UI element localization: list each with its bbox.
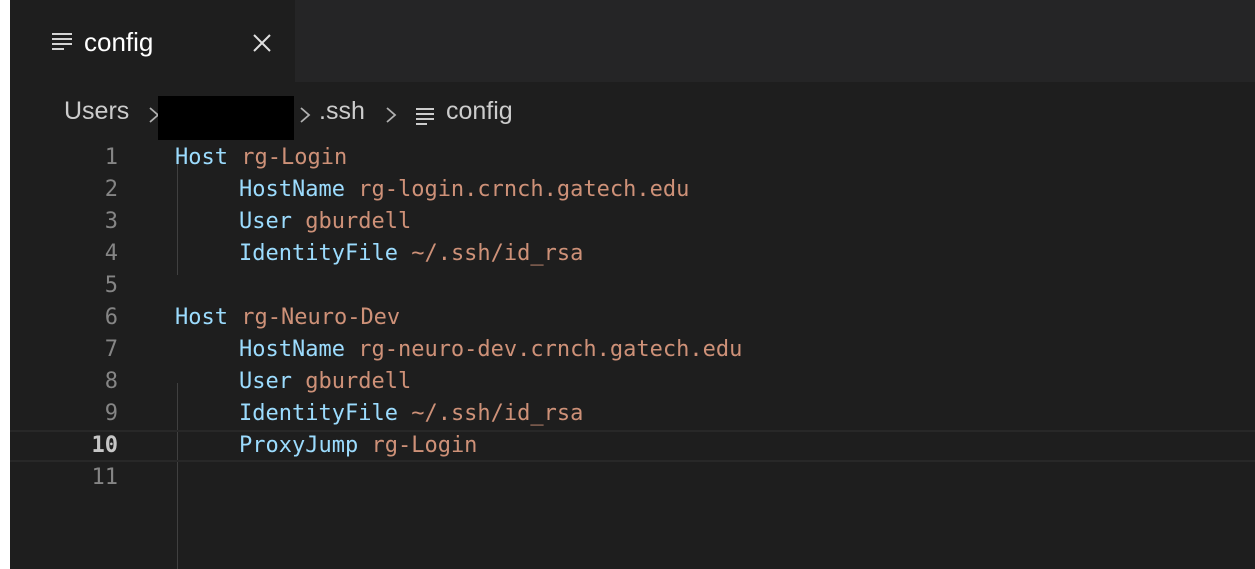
- code-line[interactable]: 1 Host rg-Login: [10, 142, 1255, 174]
- directive-keyword: Host: [175, 305, 228, 330]
- code-text: User gburdell: [239, 366, 411, 398]
- code-line[interactable]: 8 User gburdell: [10, 366, 1255, 398]
- line-number: 4: [104, 241, 118, 266]
- chevron-right-icon: [298, 102, 312, 123]
- code-line[interactable]: 3 User gburdell: [10, 206, 1255, 238]
- line-number: 1: [104, 145, 118, 170]
- directive-keyword: Host: [175, 145, 228, 170]
- tab-bar: config: [10, 0, 1255, 82]
- directive-keyword: ProxyJump: [239, 433, 359, 458]
- directive-value: gburdell: [305, 209, 412, 234]
- redacted-username: [158, 96, 294, 140]
- directive-keyword: User: [239, 369, 292, 394]
- line-number: 5: [104, 273, 118, 298]
- tab-config[interactable]: config: [10, 0, 295, 82]
- code-text: User gburdell: [239, 206, 411, 238]
- directive-keyword: IdentityFile: [239, 401, 398, 426]
- directive-value: gburdell: [305, 369, 412, 394]
- directive-keyword: HostName: [239, 337, 345, 362]
- line-number: 7: [104, 337, 118, 362]
- lines-icon: [416, 103, 436, 125]
- line-number: 10: [91, 433, 119, 458]
- code-text: ProxyJump rg-Login: [239, 432, 477, 460]
- directive-value: ~/.ssh/id_rsa: [411, 241, 584, 266]
- tab-label: config: [84, 27, 154, 57]
- directive-keyword: User: [239, 209, 292, 234]
- code-line[interactable]: 10 ProxyJump rg-Login: [10, 430, 1255, 462]
- code-text: IdentityFile ~/.ssh/id_rsa: [239, 398, 583, 430]
- line-number: 8: [104, 369, 118, 394]
- code-line[interactable]: 9 IdentityFile ~/.ssh/id_rsa: [10, 398, 1255, 430]
- close-icon[interactable]: [248, 29, 276, 57]
- breadcrumb-item-users[interactable]: Users: [64, 96, 129, 126]
- lines-icon: [52, 32, 74, 50]
- directive-value: rg-Neuro-Dev: [241, 305, 401, 330]
- code-editor[interactable]: 1 Host rg-Login 2 HostName rg-login.crnch.g…: [10, 138, 1255, 569]
- code-text: IdentityFile ~/.ssh/id_rsa: [239, 238, 583, 270]
- code-text: Host rg-Neuro-Dev: [175, 302, 400, 334]
- code-text: Host rg-Login: [175, 142, 347, 174]
- code-line[interactable]: 4 IdentityFile ~/.ssh/id_rsa: [10, 238, 1255, 270]
- directive-value: ~/.ssh/id_rsa: [411, 401, 584, 426]
- code-text: HostName rg-login.crnch.gatech.edu: [239, 174, 689, 206]
- directive-value: rg-login.crnch.gatech.edu: [358, 177, 690, 202]
- breadcrumb-item-ssh[interactable]: .ssh: [319, 96, 365, 126]
- directive-keyword: IdentityFile: [239, 241, 398, 266]
- code-line[interactable]: 5: [10, 270, 1255, 302]
- line-number: 2: [104, 177, 118, 202]
- code-text: HostName rg-neuro-dev.crnch.gatech.edu: [239, 334, 742, 366]
- line-number: 3: [104, 209, 118, 234]
- code-line[interactable]: 7 HostName rg-neuro-dev.crnch.gatech.edu: [10, 334, 1255, 366]
- line-number: 11: [91, 465, 119, 490]
- line-number: 6: [104, 305, 118, 330]
- code-line[interactable]: 6 Host rg-Neuro-Dev: [10, 302, 1255, 334]
- directive-keyword: HostName: [239, 177, 345, 202]
- directive-value: rg-Login: [371, 433, 478, 458]
- directive-value: rg-neuro-dev.crnch.gatech.edu: [358, 337, 743, 362]
- code-line[interactable]: 11: [10, 462, 1255, 494]
- directive-value: rg-Login: [241, 145, 348, 170]
- code-line[interactable]: 2 HostName rg-login.crnch.gatech.edu: [10, 174, 1255, 206]
- line-number: 9: [104, 401, 118, 426]
- breadcrumb-item-config[interactable]: config: [446, 96, 513, 126]
- editor-window: config Users .ssh config 1 Host rg-Login…: [10, 0, 1255, 569]
- chevron-right-icon: [384, 102, 398, 123]
